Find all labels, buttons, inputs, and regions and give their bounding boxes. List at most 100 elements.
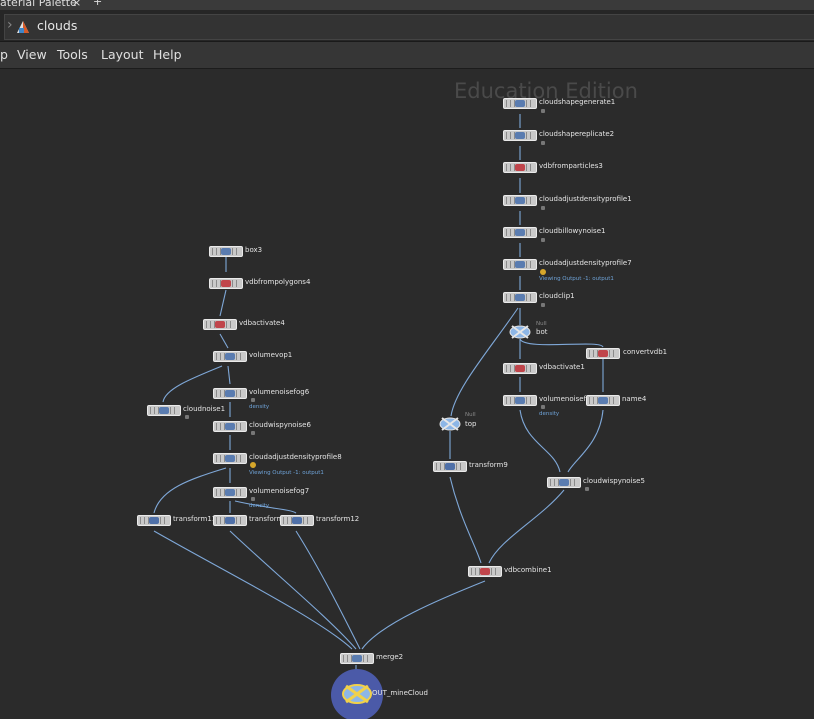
houdini-context-icon [17, 21, 29, 33]
node-flag-icon [541, 303, 545, 307]
tab-material-palette[interactable]: aterial Palette [0, 0, 77, 9]
node-name4[interactable] [586, 395, 620, 406]
node-cloudadjustdensityprofile8[interactable] [213, 453, 247, 464]
network-path[interactable]: › clouds [4, 14, 814, 40]
node-flag-icon [585, 487, 589, 491]
node-label: volumevop1 [249, 351, 293, 359]
node-vdbcombine1[interactable] [468, 566, 502, 577]
node-flag-icon [251, 398, 255, 402]
node-label: cloudwispynoise6 [249, 421, 311, 429]
node-flag-icon [541, 109, 545, 113]
node-cloudnoise1[interactable] [147, 405, 181, 416]
null-node-top-icon[interactable] [439, 415, 461, 433]
network-menubar: p View Tools Layout Help [0, 42, 814, 69]
node-label: cloudadjustdensityprofile1 [539, 195, 632, 203]
node-transform12[interactable] [280, 515, 314, 526]
node-label: transform [249, 515, 284, 523]
node-volumenoisefog7[interactable] [213, 487, 247, 498]
node-label: cloudadjustdensityprofile8 [249, 453, 342, 461]
tab-add-icon[interactable]: + [93, 0, 102, 8]
node-flag-icon [541, 405, 545, 409]
tab-close-icon[interactable]: × [72, 0, 81, 9]
wire [295, 530, 361, 650]
path-bar: › clouds [0, 10, 814, 42]
node-cloudshapegenerate1[interactable] [503, 98, 537, 109]
network-canvas[interactable]: Education Edition cloudshapegenerate1 cl… [0, 69, 814, 719]
node-cloudshapereplicate2[interactable] [503, 130, 537, 141]
node-flag-icon [185, 415, 189, 419]
warning-icon [540, 269, 546, 275]
null-type-label: Null [536, 321, 547, 327]
node-vdbfromparticles3[interactable] [503, 162, 537, 173]
tab-strip: aterial Palette × + [0, 0, 814, 10]
menu-item-layout[interactable]: Layout [101, 47, 144, 62]
wire [449, 476, 482, 564]
node-volumenoisefog[interactable] [503, 395, 537, 406]
wires-layer [153, 114, 604, 675]
wire [488, 489, 565, 564]
node-label: vdbcombine1 [504, 566, 552, 574]
menu-item-tools[interactable]: Tools [57, 47, 88, 62]
parameter-note: density [249, 404, 270, 410]
node-flag-icon [251, 431, 255, 435]
node-cloudclip1[interactable] [503, 292, 537, 303]
wire [229, 530, 357, 650]
node-label: name4 [622, 395, 647, 403]
node-convertvdb1[interactable] [586, 348, 620, 359]
wire [219, 333, 229, 349]
node-cloudwispynoise5[interactable] [547, 477, 581, 488]
node-transform9[interactable] [433, 461, 467, 472]
wire [567, 409, 604, 473]
node-label: cloudnoise1 [183, 405, 226, 413]
path-chevron-icon[interactable]: › [7, 17, 13, 33]
node-transform11[interactable] [137, 515, 171, 526]
wire [519, 338, 604, 348]
node-label: convertvdb1 [623, 348, 668, 356]
node-label: volumenoisefog6 [249, 388, 310, 396]
null-type-label: Null [465, 412, 476, 418]
node-label: transform9 [469, 461, 508, 469]
node-cloudadjustdensityprofile1[interactable] [503, 195, 537, 206]
parameter-note: density [539, 411, 560, 417]
node-label: cloudshapereplicate2 [539, 130, 615, 138]
wire [153, 530, 353, 650]
node-label: cloudbillowynoise1 [539, 227, 606, 235]
node-cloudbillowynoise1[interactable] [503, 227, 537, 238]
node-merge2[interactable] [340, 653, 374, 664]
node-transform[interactable] [213, 515, 247, 526]
node-label: cloudadjustdensityprofile7 [539, 259, 632, 267]
node-label: top [465, 420, 477, 428]
node-vdbactivate1[interactable] [503, 363, 537, 374]
wire [361, 580, 486, 650]
node-cloudadjustdensityprofile7[interactable] [503, 259, 537, 270]
node-label: merge2 [376, 653, 404, 661]
node-flag-icon [541, 206, 545, 210]
viewing-output-note: Viewing Output -1: output1 [539, 276, 614, 282]
node-label: bot [536, 328, 548, 336]
breadcrumb-clouds[interactable]: clouds [37, 18, 77, 33]
menu-item-help[interactable]: Help [153, 47, 182, 62]
node-label: box3 [245, 246, 263, 254]
wire [219, 289, 227, 317]
node-label: volumenoisefog7 [249, 487, 310, 495]
node-vdbfrompolygons4[interactable] [209, 278, 243, 289]
node-volumevop1[interactable] [213, 351, 247, 362]
menu-item-view[interactable]: View [17, 47, 47, 62]
node-box3[interactable] [209, 246, 243, 257]
node-label: vdbfromparticles3 [539, 162, 603, 170]
node-label: cloudclip1 [539, 292, 575, 300]
warning-icon [250, 462, 256, 468]
node-vdbactivate4[interactable] [203, 319, 237, 330]
node-volumenoisefog6[interactable] [213, 388, 247, 399]
node-flag-icon [251, 497, 255, 501]
node-label: vdbactivate4 [239, 319, 285, 327]
null-node-bot-icon[interactable] [509, 323, 531, 341]
node-cloudwispynoise6[interactable] [213, 421, 247, 432]
parameter-note: density [249, 503, 270, 509]
menu-item-prev[interactable]: p [0, 47, 8, 62]
node-label: cloudwispynoise5 [583, 477, 645, 485]
node-label: OUT_mineCloud [372, 689, 428, 697]
wire [227, 365, 231, 385]
wire [519, 409, 561, 473]
node-label: vdbactivate1 [539, 363, 585, 371]
